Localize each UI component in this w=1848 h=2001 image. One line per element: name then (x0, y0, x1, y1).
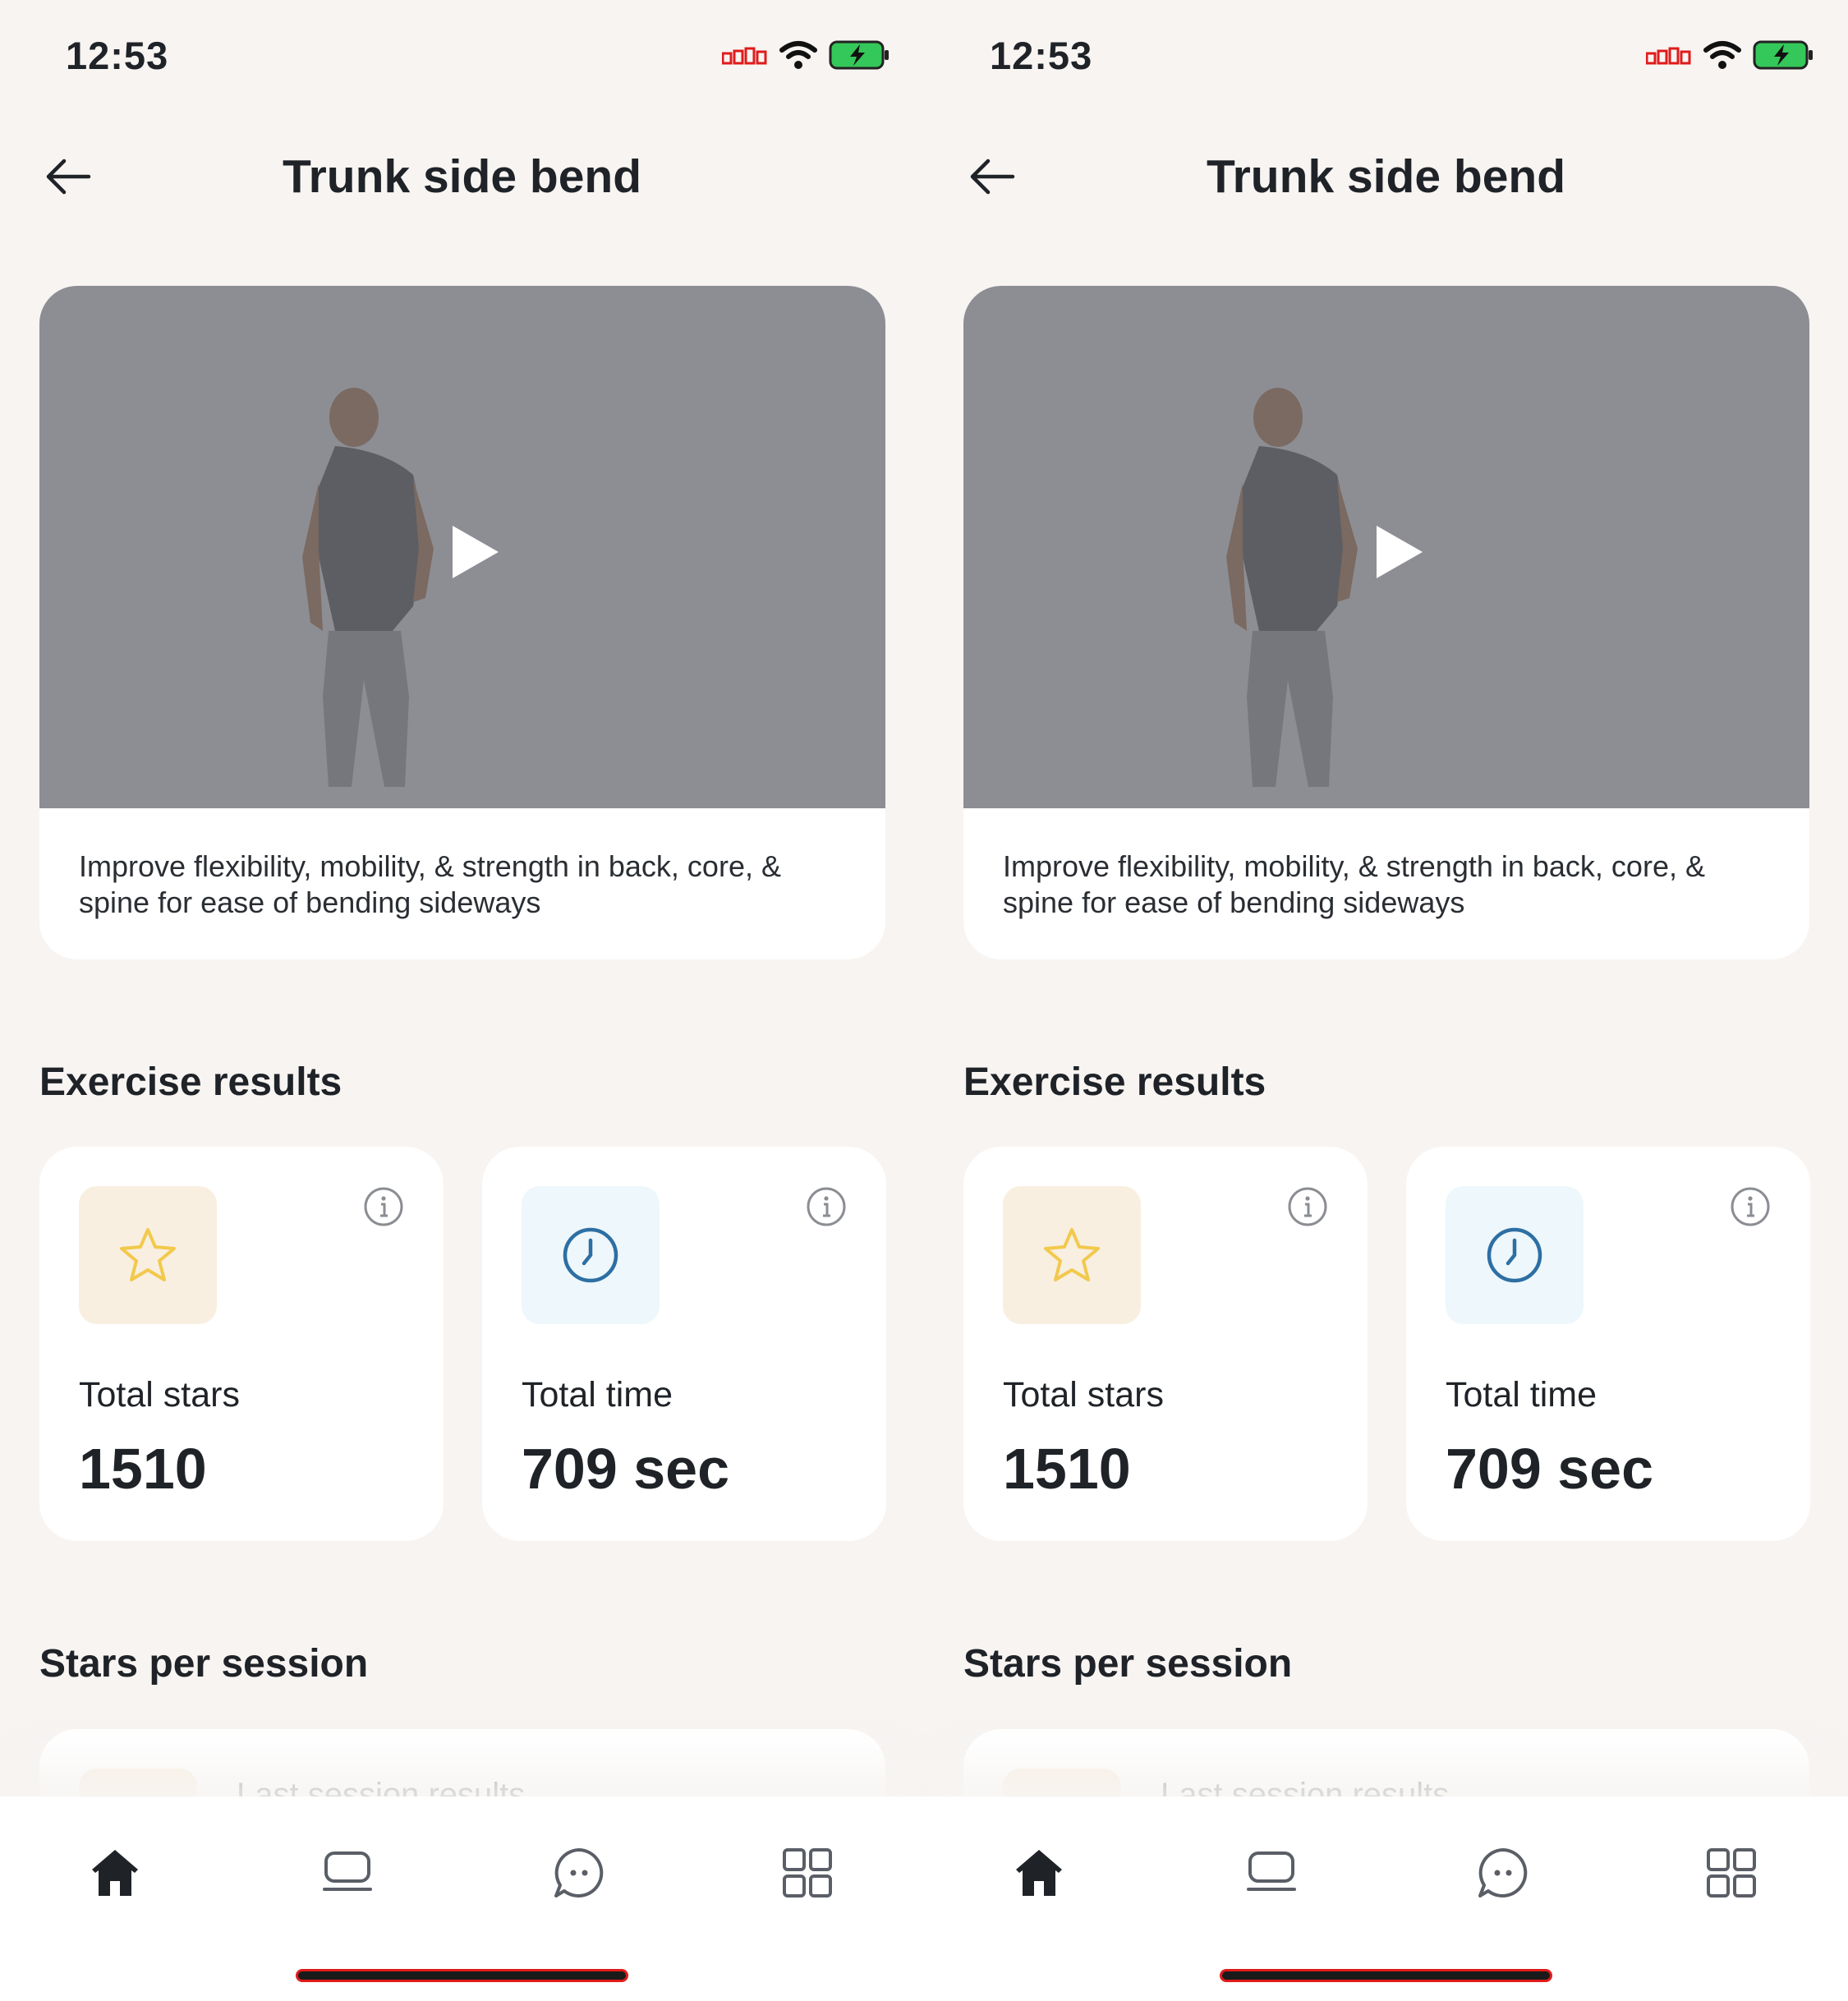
header: Trunk side bend (0, 131, 924, 222)
exercise-description: Improve flexibility, mobility, & strengt… (1003, 849, 1705, 919)
star-icon (1044, 1228, 1100, 1281)
total-stars-value: 1510 (1003, 1437, 1131, 1501)
exercise-video[interactable] (963, 286, 1809, 808)
nav-chat[interactable] (542, 1836, 616, 1910)
total-stars-card: Total stars 1510 (963, 1147, 1368, 1541)
info-icon[interactable] (1730, 1186, 1771, 1227)
phone-screen-right: 12:53 Trunk side bend Improve flexibilit… (924, 0, 1848, 2001)
nav-home[interactable] (78, 1836, 152, 1910)
signal-icon (1646, 47, 1691, 65)
nav-menu[interactable] (770, 1836, 844, 1910)
status-icons (722, 39, 891, 71)
nav-chat[interactable] (1466, 1836, 1540, 1910)
info-icon[interactable] (1287, 1186, 1328, 1227)
chat-icon (554, 1848, 604, 1898)
page-title: Trunk side bend (1206, 150, 1566, 203)
battery-icon (829, 40, 889, 70)
chat-icon (1478, 1848, 1528, 1898)
status-bar: 12:53 (924, 0, 1848, 107)
device-icon (1247, 1852, 1296, 1891)
star-tile (79, 1186, 217, 1324)
total-stars-card: Total stars 1510 (39, 1147, 444, 1541)
total-stars-value: 1510 (79, 1437, 207, 1501)
exercise-video[interactable] (39, 286, 885, 808)
wifi-icon (1703, 41, 1741, 69)
wifi-icon (779, 41, 817, 69)
total-stars-label: Total stars (79, 1375, 240, 1414)
battery-icon (1753, 40, 1813, 70)
home-indicator[interactable] (1220, 1969, 1552, 1982)
clock-tile (522, 1186, 660, 1324)
total-time-card: Total time 709 sec (482, 1147, 886, 1541)
clock-icon (563, 1227, 618, 1283)
status-bar: 12:53 (0, 0, 924, 107)
home-icon (1016, 1850, 1062, 1896)
home-indicator[interactable] (296, 1969, 628, 1982)
grid-icon (783, 1848, 832, 1898)
play-icon[interactable] (438, 519, 503, 585)
status-icons (1646, 39, 1815, 71)
exercise-results-heading: Exercise results (39, 1060, 342, 1104)
grid-icon (1707, 1848, 1756, 1898)
nav-home[interactable] (1002, 1836, 1076, 1910)
total-time-card: Total time 709 sec (1406, 1147, 1810, 1541)
exercise-results-heading: Exercise results (963, 1060, 1266, 1104)
info-icon[interactable] (363, 1186, 404, 1227)
clock-icon (1487, 1227, 1542, 1283)
signal-icon (722, 47, 767, 65)
status-time: 12:53 (66, 34, 169, 77)
total-time-label: Total time (1446, 1375, 1597, 1414)
total-time-label: Total time (522, 1375, 673, 1414)
star-icon (120, 1228, 176, 1281)
play-icon[interactable] (1362, 519, 1427, 585)
star-tile (1003, 1186, 1141, 1324)
total-time-value: 709 sec (1446, 1437, 1654, 1501)
exercise-description: Improve flexibility, mobility, & strengt… (79, 849, 781, 919)
header: Trunk side bend (924, 131, 1848, 222)
nav-menu[interactable] (1694, 1836, 1768, 1910)
total-time-value: 709 sec (522, 1437, 730, 1501)
phone-screen-left: 12:53 Trunk side bend Improve flexibilit… (0, 0, 924, 2001)
page-title: Trunk side bend (282, 150, 642, 203)
nav-device[interactable] (310, 1836, 384, 1910)
total-stars-label: Total stars (1003, 1375, 1164, 1414)
clock-tile (1446, 1186, 1584, 1324)
video-card: Improve flexibility, mobility, & strengt… (963, 286, 1809, 959)
device-icon (323, 1852, 372, 1891)
info-icon[interactable] (806, 1186, 847, 1227)
nav-device[interactable] (1234, 1836, 1308, 1910)
stars-per-session-heading: Stars per session (963, 1642, 1293, 1686)
home-icon (92, 1850, 138, 1896)
status-time: 12:53 (990, 34, 1093, 77)
video-card: Improve flexibility, mobility, & strengt… (39, 286, 885, 959)
stars-per-session-heading: Stars per session (39, 1642, 369, 1686)
